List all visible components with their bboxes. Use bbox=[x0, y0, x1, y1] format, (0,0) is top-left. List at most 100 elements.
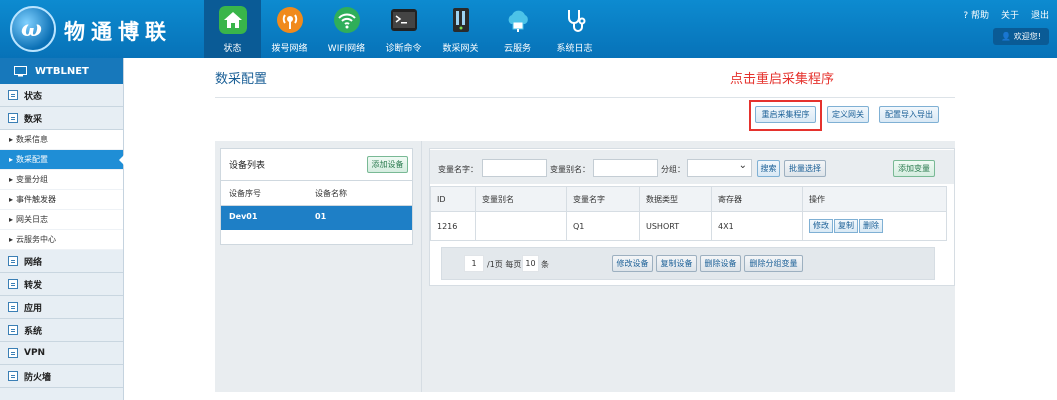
copy-variable-button[interactable]: 复制 bbox=[834, 219, 858, 233]
menu-list-icon bbox=[8, 371, 18, 381]
panel-divider bbox=[421, 141, 422, 392]
about-link[interactable]: 关于 bbox=[1001, 8, 1019, 21]
page-title: 数采配置 bbox=[215, 72, 268, 87]
add-variable-button[interactable]: 添加变量 bbox=[893, 160, 935, 177]
group-select[interactable] bbox=[687, 159, 752, 177]
delete-device-button[interactable]: 删除设备 bbox=[700, 255, 741, 272]
user-icon: 👤 bbox=[1001, 32, 1012, 41]
copy-device-button[interactable]: 复制设备 bbox=[656, 255, 697, 272]
sidebar-item-event-trigger[interactable]: 事件触发器 bbox=[0, 190, 123, 210]
nav-wifi[interactable]: WIFI网络 bbox=[318, 0, 375, 58]
search-button[interactable]: 搜索 bbox=[757, 160, 780, 177]
nav-log[interactable]: 系统日志 bbox=[546, 0, 603, 58]
define-gateway-button[interactable]: 定义网关 bbox=[827, 106, 869, 123]
sidebar-section-network[interactable]: 网络 bbox=[0, 250, 123, 273]
stethoscope-icon bbox=[568, 10, 586, 32]
annotation-highlight-box bbox=[749, 100, 822, 131]
sidebar-section-forward[interactable]: 转发 bbox=[0, 273, 123, 296]
col-id: ID bbox=[430, 186, 476, 212]
sidebar-item-var-group[interactable]: 变量分组 bbox=[0, 170, 123, 190]
logo-mark: ω bbox=[10, 6, 56, 52]
cell-id: 1216 bbox=[430, 211, 476, 241]
section-label: 应用 bbox=[24, 303, 43, 314]
cell-name: Q1 bbox=[566, 211, 640, 241]
nav-dial[interactable]: 拨号网络 bbox=[261, 0, 318, 58]
nav-gateway-label: 数采网关 bbox=[442, 44, 479, 54]
main-nav: 状态 拨号网络 WIFI网络 诊断命令 数采网关 云服务 系统日志 bbox=[204, 0, 603, 58]
gateway-icon bbox=[453, 8, 469, 32]
col-name: 变量名字 bbox=[566, 186, 640, 212]
nav-status[interactable]: 状态 bbox=[204, 0, 261, 58]
add-device-button[interactable]: 添加设备 bbox=[367, 156, 408, 173]
sidebar-item-gateway-log[interactable]: 网关日志 bbox=[0, 210, 123, 230]
device-id: Dev01 bbox=[229, 212, 258, 221]
sidebar-section-system[interactable]: 系统 bbox=[0, 319, 123, 342]
section-label: 状态 bbox=[24, 91, 43, 102]
menu-list-icon bbox=[8, 302, 18, 312]
per-page-unit: 条 bbox=[541, 260, 549, 269]
page-of-label: /1页 每页 bbox=[487, 260, 522, 269]
nav-diag[interactable]: 诊断命令 bbox=[375, 0, 432, 58]
config-import-export-button[interactable]: 配置导入导出 bbox=[879, 106, 939, 123]
group-label: 分组： bbox=[661, 165, 685, 174]
section-label: 防火墙 bbox=[24, 372, 52, 383]
device-list-title: 设备列表 bbox=[229, 161, 266, 171]
batch-select-button[interactable]: 批量选择 bbox=[784, 160, 826, 177]
nav-diag-label: 诊断命令 bbox=[385, 44, 422, 54]
sidebar-item-daq-config[interactable]: 数采配置 bbox=[0, 150, 124, 170]
menu-list-icon bbox=[8, 348, 18, 358]
menu-list-icon bbox=[8, 90, 18, 100]
title-divider bbox=[215, 97, 955, 98]
menu-list-icon bbox=[8, 325, 18, 335]
device-row[interactable]: Dev01 01 bbox=[221, 206, 412, 230]
brand-label: WTBLNET bbox=[35, 65, 89, 77]
help-link[interactable]: ? 帮助 bbox=[963, 8, 989, 21]
top-header: ω 物通博联 状态 拨号网络 WIFI网络 诊断命令 数采网关 云服务 系统日志… bbox=[0, 0, 1057, 58]
cell-alias bbox=[475, 211, 567, 241]
nav-gateway[interactable]: 数采网关 bbox=[432, 0, 489, 58]
section-label: 数采 bbox=[24, 114, 43, 125]
sidebar-item-daq-info[interactable]: 数采信息 bbox=[0, 130, 123, 150]
welcome-text: 欢迎您! bbox=[1013, 32, 1041, 41]
top-links: ? 帮助 关于 退出 bbox=[963, 8, 1049, 21]
sidebar-section-firewall[interactable]: 防火墙 bbox=[0, 365, 123, 388]
broadcast-icon bbox=[277, 7, 303, 33]
var-name-input[interactable] bbox=[482, 159, 547, 177]
logout-link[interactable]: 退出 bbox=[1031, 8, 1049, 21]
sidebar-section-daq[interactable]: 数采 bbox=[0, 107, 123, 130]
sidebar-section-apps[interactable]: 应用 bbox=[0, 296, 123, 319]
table-header-row: ID 变量别名 变量名字 数据类型 寄存器 操作 bbox=[430, 186, 947, 212]
section-label: 网络 bbox=[24, 257, 43, 268]
sidebar-section-vpn[interactable]: VPN bbox=[0, 342, 123, 365]
device-list: 设备列表 添加设备 设备序号 设备名称 Dev01 01 bbox=[220, 148, 413, 245]
welcome-badge: 👤 欢迎您! bbox=[993, 28, 1049, 45]
var-name-label: 变量名字： bbox=[438, 165, 478, 174]
home-icon bbox=[219, 6, 247, 34]
sidebar-section-status[interactable]: 状态 bbox=[0, 84, 123, 107]
logo-text: 物通博联 bbox=[64, 20, 172, 44]
cloud-icon bbox=[508, 10, 528, 32]
monitor-icon bbox=[14, 65, 27, 76]
nav-log-label: 系统日志 bbox=[556, 44, 593, 54]
sidebar-item-cloud-center[interactable]: 云服务中心 bbox=[0, 230, 123, 250]
cell-register: 4X1 bbox=[711, 211, 803, 241]
nav-status-label: 状态 bbox=[223, 44, 242, 54]
var-alias-label: 变量别名： bbox=[550, 165, 590, 174]
nav-cloud[interactable]: 云服务 bbox=[489, 0, 546, 58]
nav-cloud-label: 云服务 bbox=[503, 44, 531, 54]
edit-device-button[interactable]: 修改设备 bbox=[612, 255, 653, 272]
sidebar-brand: WTBLNET bbox=[0, 58, 123, 84]
device-name: 01 bbox=[315, 212, 327, 221]
wifi-icon bbox=[334, 7, 360, 33]
page-input[interactable]: 1 bbox=[464, 255, 484, 272]
variable-table: ID 变量别名 变量名字 数据类型 寄存器 操作 1216 Q1 USHORT … bbox=[430, 186, 947, 241]
per-page-input[interactable]: 10 bbox=[522, 255, 539, 272]
delete-variable-button[interactable]: 删除 bbox=[859, 219, 883, 233]
col-alias: 变量别名 bbox=[475, 186, 567, 212]
var-alias-input[interactable] bbox=[593, 159, 658, 177]
menu-list-icon bbox=[8, 113, 18, 123]
edit-variable-button[interactable]: 修改 bbox=[809, 219, 833, 233]
delete-group-vars-button[interactable]: 删除分组变量 bbox=[744, 255, 803, 272]
device-list-columns: 设备序号 设备名称 bbox=[221, 182, 412, 206]
col-register: 寄存器 bbox=[711, 186, 803, 212]
